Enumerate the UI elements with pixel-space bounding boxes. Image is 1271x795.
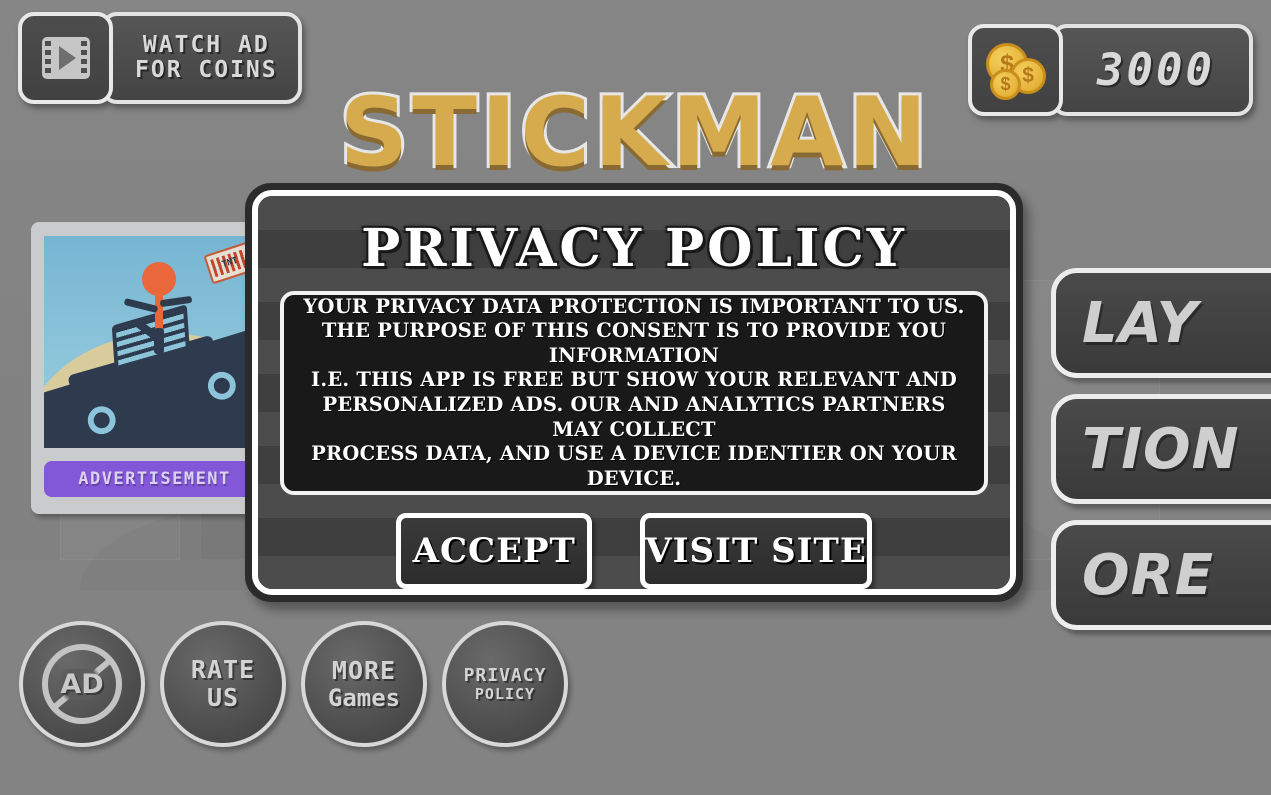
no-ads-button[interactable]: AD — [19, 621, 145, 747]
advertisement-banner[interactable]: ADVERTISEMENT — [44, 461, 265, 497]
rate-us-line1: RATE — [190, 655, 256, 684]
dialog-body: YOUR PRIVACY DATA PROTECTION IS IMPORTAN… — [280, 291, 988, 495]
more-games-line1: MORE — [331, 655, 397, 685]
dialog-body-line: I.E. THIS APP IS FREE BUT SHOW YOUR RELE… — [311, 368, 957, 392]
dialog-body-line: PROCESS DATA, AND USE A DEVICE IDENTIER … — [311, 442, 957, 490]
coin-amount-box: 3000 — [1051, 24, 1253, 116]
rate-us-line2: US — [206, 683, 240, 712]
accept-button-label: ACCEPT — [412, 531, 576, 571]
dialog-title: PRIVACY POLICY — [361, 218, 907, 279]
ad-art-stickman-icon — [123, 262, 193, 354]
accept-button[interactable]: ACCEPT — [396, 513, 593, 589]
coin-symbol: $ — [1000, 74, 1011, 94]
coin-symbol: $ — [1022, 64, 1034, 87]
menu-button-play-label: LAY — [1082, 290, 1199, 356]
no-ads-icon-label: AD — [58, 668, 106, 700]
privacy-policy-line1: PRIVACY — [463, 664, 547, 686]
watch-ad-for-coins-button[interactable]: WATCH AD FOR COINS — [18, 12, 302, 104]
coin-icon: $ — [990, 69, 1022, 100]
advertisement-artwork: TNT — [44, 236, 265, 448]
coin-balance[interactable]: $ $ $ 3000 — [968, 24, 1253, 116]
video-play-icon — [18, 12, 113, 104]
visit-site-button-label: VISIT SITE — [645, 531, 867, 571]
privacy-policy-line2: POLICY — [474, 684, 536, 703]
coin-stack-icon: $ $ $ — [968, 24, 1064, 116]
no-ads-icon: AD — [42, 644, 122, 724]
dialog-panel: PRIVACY POLICY YOUR PRIVACY DATA PROTECT… — [258, 196, 1010, 589]
menu-button-selection-label: TION — [1082, 416, 1240, 482]
menu-button-store[interactable]: ORE — [1051, 520, 1271, 630]
dialog-actions: ACCEPT VISIT SITE — [396, 513, 872, 589]
menu-button-play[interactable]: LAY — [1051, 268, 1271, 378]
visit-site-button[interactable]: VISIT SITE — [640, 513, 872, 589]
dialog-body-line: THE PURPOSE OF THIS CONSENT IS TO PROVID… — [321, 319, 947, 367]
more-games-button[interactable]: MORE Games — [301, 621, 427, 747]
coin-amount: 3000 — [1097, 44, 1215, 96]
privacy-policy-dialog: PRIVACY POLICY YOUR PRIVACY DATA PROTECT… — [245, 183, 1023, 602]
menu-button-selection[interactable]: TION — [1051, 394, 1271, 504]
advertisement-banner-label: ADVERTISEMENT — [78, 469, 231, 489]
dialog-body-line: YOUR PRIVACY DATA PROTECTION IS IMPORTAN… — [303, 294, 965, 318]
rate-us-button[interactable]: RATE US — [160, 621, 286, 747]
advertisement-card[interactable]: TNT ADVERTISEMENT — [31, 222, 278, 514]
dialog-body-line: PERSONALIZED ADS. OUR AND ANALYTICS PART… — [322, 393, 946, 441]
more-games-line2: Games — [327, 683, 401, 712]
privacy-policy-button[interactable]: PRIVACY POLICY — [442, 621, 568, 747]
watch-ad-label-group: WATCH AD FOR COINS — [101, 12, 302, 104]
watch-ad-line2: FOR COINS — [135, 57, 278, 83]
menu-button-store-label: ORE — [1082, 542, 1214, 608]
watch-ad-line1: WATCH AD — [142, 32, 270, 59]
